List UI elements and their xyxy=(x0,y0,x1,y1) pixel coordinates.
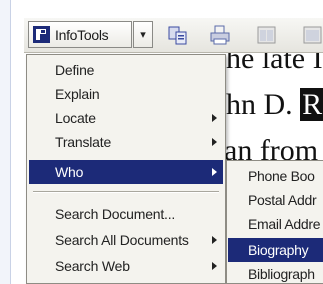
screen: he late I hn D. Ro an from InfoTools ▾ xyxy=(0,0,323,284)
submenu-item-bibliography[interactable]: Bibliograph xyxy=(228,262,323,283)
infotools-menu: Define Explain Locate Translate Who Sear… xyxy=(26,54,226,284)
menu-item-translate[interactable]: Translate xyxy=(29,130,223,154)
document-text: hn D. xyxy=(226,88,293,121)
menu-item-label: Search All Documents xyxy=(55,232,189,248)
menu-item-search-document[interactable]: Search Document... xyxy=(29,202,223,226)
submenu-item-email-address[interactable]: Email Addre xyxy=(228,212,323,236)
who-submenu: Phone Boo Postal Addr Email Addre Biogra… xyxy=(226,160,323,284)
copy-icon[interactable] xyxy=(167,24,189,46)
infotools-button[interactable]: InfoTools xyxy=(28,21,132,48)
document-line-2: hn D. Ro xyxy=(226,88,323,122)
highlighted-word[interactable]: Ro xyxy=(300,88,323,121)
infotools-dropdown-button[interactable]: ▾ xyxy=(133,21,153,48)
window-icon[interactable] xyxy=(256,24,278,46)
chevron-down-icon: ▾ xyxy=(140,29,146,41)
submenu-item-biography[interactable]: Biography xyxy=(228,238,323,262)
toolbar: InfoTools ▾ xyxy=(24,18,323,53)
window-icon[interactable] xyxy=(302,24,323,46)
menu-item-label: Search Document... xyxy=(55,206,176,222)
menu-item-label: Who xyxy=(55,164,84,180)
print-icon[interactable] xyxy=(209,24,231,46)
menu-item-search-all-documents[interactable]: Search All Documents xyxy=(29,228,223,252)
submenu-arrow-icon xyxy=(212,262,217,270)
submenu-item-postal-address[interactable]: Postal Addr xyxy=(228,188,323,212)
submenu-arrow-icon xyxy=(212,168,217,176)
menu-item-define[interactable]: Define xyxy=(29,58,223,82)
menu-separator xyxy=(33,191,219,193)
menu-item-label: Explain xyxy=(55,86,100,102)
menu-item-label: Search Web xyxy=(55,258,130,274)
submenu-item-phone-book[interactable]: Phone Boo xyxy=(228,164,323,188)
menu-item-label: Locate xyxy=(55,110,96,126)
infotools-label: InfoTools xyxy=(55,26,109,43)
menu-item-label: Define xyxy=(55,62,95,78)
menu-item-search-web[interactable]: Search Web xyxy=(29,254,223,278)
submenu-arrow-icon xyxy=(212,236,217,244)
infotools-logo-icon xyxy=(33,26,50,43)
submenu-arrow-icon xyxy=(212,138,217,146)
menu-item-who[interactable]: Who xyxy=(29,160,223,184)
menu-item-locate[interactable]: Locate xyxy=(29,106,223,130)
window-left-border xyxy=(0,0,11,284)
submenu-arrow-icon xyxy=(212,114,217,122)
menu-item-explain[interactable]: Explain xyxy=(29,82,223,106)
menu-item-label: Translate xyxy=(55,134,112,150)
